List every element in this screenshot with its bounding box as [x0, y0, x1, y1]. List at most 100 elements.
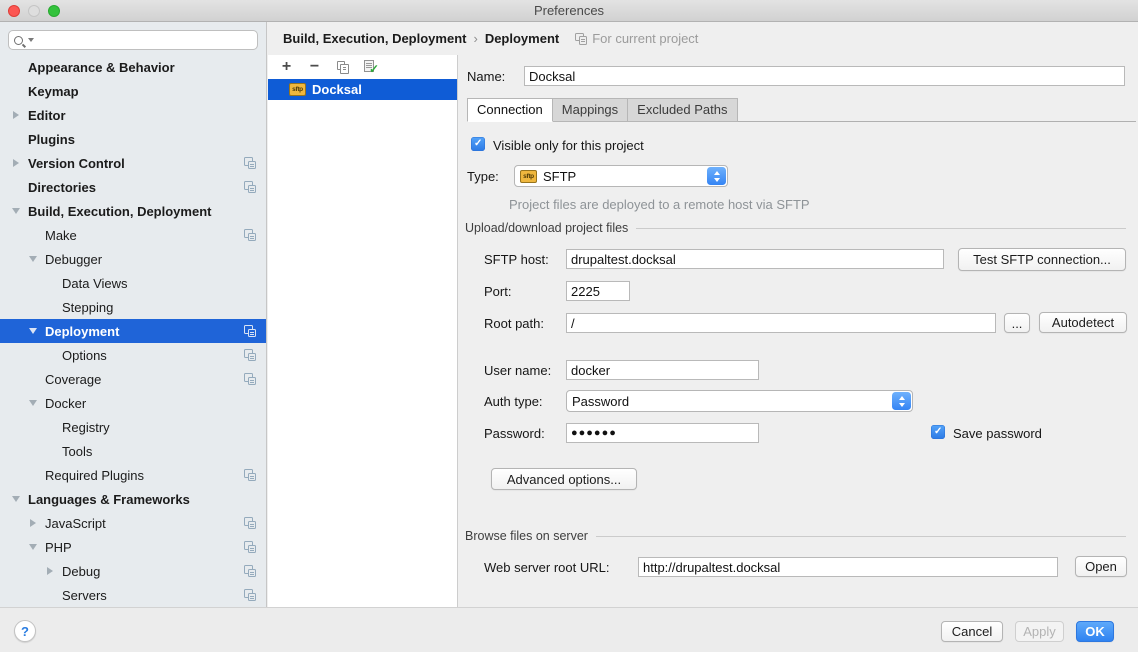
sidebar-item-deployment[interactable]: Deployment: [0, 319, 266, 343]
visible-only-label: Visible only for this project: [493, 138, 644, 153]
sidebar-item-php[interactable]: PHP: [0, 535, 266, 559]
sidebar-item-keymap[interactable]: Keymap: [0, 79, 266, 103]
scope-badge: For current project: [575, 31, 698, 46]
type-select[interactable]: sftp SFTP: [514, 165, 728, 187]
sidebar-item-debugger[interactable]: Debugger: [0, 247, 266, 271]
stepper-icon: [707, 167, 726, 185]
breadcrumb-parent[interactable]: Build, Execution, Deployment: [283, 31, 466, 46]
sidebar-item-label: Options: [62, 348, 107, 363]
advanced-options-button[interactable]: Advanced options...: [491, 468, 637, 490]
visible-only-checkbox[interactable]: [471, 137, 485, 151]
cancel-button[interactable]: Cancel: [941, 621, 1003, 642]
save-password-checkbox[interactable]: [931, 425, 945, 439]
sidebar-item-label: Deployment: [45, 324, 119, 339]
type-label: Type:: [467, 169, 499, 184]
chevron-down-icon[interactable]: [25, 256, 41, 262]
name-input[interactable]: [524, 66, 1125, 86]
chevron-down-icon[interactable]: [25, 400, 41, 406]
root-path-input[interactable]: [566, 313, 996, 333]
auth-type-select[interactable]: Password: [566, 390, 913, 412]
chevron-right-icon[interactable]: [42, 567, 58, 575]
ok-button[interactable]: OK: [1076, 621, 1114, 642]
per-project-icon: [244, 589, 256, 601]
per-project-icon: [575, 33, 587, 45]
port-input[interactable]: [566, 281, 630, 301]
per-project-icon: [244, 565, 256, 577]
sidebar-item-servers[interactable]: Servers: [0, 583, 266, 607]
sidebar-item-editor[interactable]: Editor: [0, 103, 266, 127]
server-item-docksal[interactable]: sftpDocksal: [268, 79, 457, 100]
toolbar-add-server-icon[interactable]: +: [279, 60, 294, 75]
settings-tree: Appearance & Behavior Keymap EditorPlugins…: [0, 55, 266, 607]
web-root-label: Web server root URL:: [484, 560, 609, 575]
open-button[interactable]: Open: [1075, 556, 1127, 577]
web-root-input[interactable]: [638, 557, 1058, 577]
stepper-icon: [892, 392, 911, 410]
name-label: Name:: [467, 69, 505, 84]
sidebar-item-appearance-behavior[interactable]: Appearance & Behavior: [0, 55, 266, 79]
sidebar-item-registry[interactable]: Registry: [0, 415, 266, 439]
sidebar-item-docker[interactable]: Docker: [0, 391, 266, 415]
sidebar-item-debug[interactable]: Debug: [0, 559, 266, 583]
section-upload-label: Upload/download project files: [465, 221, 628, 235]
toolbar-remove-server-icon[interactable]: −: [307, 60, 322, 75]
server-list-panel: +− ✓ sftpDocksal: [268, 55, 458, 607]
sidebar-item-data-views[interactable]: Data Views: [0, 271, 266, 295]
chevron-down-icon[interactable]: [8, 496, 24, 502]
browse-root-path-button[interactable]: ...: [1004, 313, 1030, 333]
sidebar-item-label: Build, Execution, Deployment: [28, 204, 211, 219]
per-project-icon: [244, 181, 256, 193]
sidebar-item-label: Languages & Frameworks: [28, 492, 190, 507]
sidebar-item-build-execution-deployment[interactable]: Build, Execution, Deployment: [0, 199, 266, 223]
help-button[interactable]: ?: [14, 620, 36, 642]
section-browse-label: Browse files on server: [465, 529, 588, 543]
test-sftp-connection-button[interactable]: Test SFTP connection...: [958, 248, 1126, 271]
chevron-right-icon[interactable]: [8, 111, 24, 119]
sidebar-item-make[interactable]: Make: [0, 223, 266, 247]
sidebar-item-languages-frameworks[interactable]: Languages & Frameworks: [0, 487, 266, 511]
tab-mappings[interactable]: Mappings: [553, 98, 628, 122]
per-project-icon: [244, 517, 256, 529]
sidebar-item-tools[interactable]: Tools: [0, 439, 266, 463]
scope-label: For current project: [592, 31, 698, 46]
dialog-footer: ? Cancel Apply OK: [0, 607, 1138, 652]
sidebar-item-version-control[interactable]: Version Control: [0, 151, 266, 175]
autodetect-button[interactable]: Autodetect: [1039, 312, 1127, 333]
search-field[interactable]: [8, 30, 258, 50]
sidebar-item-plugins[interactable]: Plugins: [0, 127, 266, 151]
sidebar-item-label: Make: [45, 228, 77, 243]
chevron-down-icon[interactable]: [8, 208, 24, 214]
apply-button[interactable]: Apply: [1015, 621, 1064, 642]
tab-excluded-paths[interactable]: Excluded Paths: [628, 98, 737, 122]
sidebar-item-label: Debugger: [45, 252, 102, 267]
sidebar-item-javascript[interactable]: JavaScript: [0, 511, 266, 535]
port-label: Port:: [484, 284, 511, 299]
sidebar-item-coverage[interactable]: Coverage: [0, 367, 266, 391]
sidebar-item-label: Keymap: [28, 84, 79, 99]
sftp-file-icon: sftp: [520, 170, 537, 183]
chevron-right-icon[interactable]: [8, 159, 24, 167]
settings-sidebar: Appearance & Behavior Keymap EditorPlugins…: [0, 22, 267, 607]
sidebar-item-directories[interactable]: Directories: [0, 175, 266, 199]
password-input[interactable]: [566, 423, 759, 443]
toolbar-use-as-default-icon[interactable]: ✓: [363, 60, 378, 75]
sidebar-item-required-plugins[interactable]: Required Plugins: [0, 463, 266, 487]
search-input[interactable]: [38, 32, 257, 48]
breadcrumb-separator: ›: [473, 31, 477, 46]
user-name-input[interactable]: [566, 360, 759, 380]
sidebar-item-label: Registry: [62, 420, 110, 435]
chevron-down-icon[interactable]: [25, 544, 41, 550]
sidebar-item-options[interactable]: Options: [0, 343, 266, 367]
chevron-down-icon[interactable]: [25, 328, 41, 334]
toolbar-copy-server-icon[interactable]: [335, 60, 350, 75]
type-selected-value: SFTP: [543, 169, 576, 184]
sftp-host-label: SFTP host:: [484, 252, 549, 267]
sidebar-item-label: Docker: [45, 396, 86, 411]
tab-connection[interactable]: Connection: [467, 98, 553, 122]
server-list: sftpDocksal: [268, 79, 457, 100]
chevron-right-icon[interactable]: [25, 519, 41, 527]
sftp-host-input[interactable]: [566, 249, 944, 269]
sidebar-item-stepping[interactable]: Stepping: [0, 295, 266, 319]
section-browse-files: Browse files on server: [465, 529, 1126, 543]
search-options-caret-icon[interactable]: [28, 38, 34, 42]
